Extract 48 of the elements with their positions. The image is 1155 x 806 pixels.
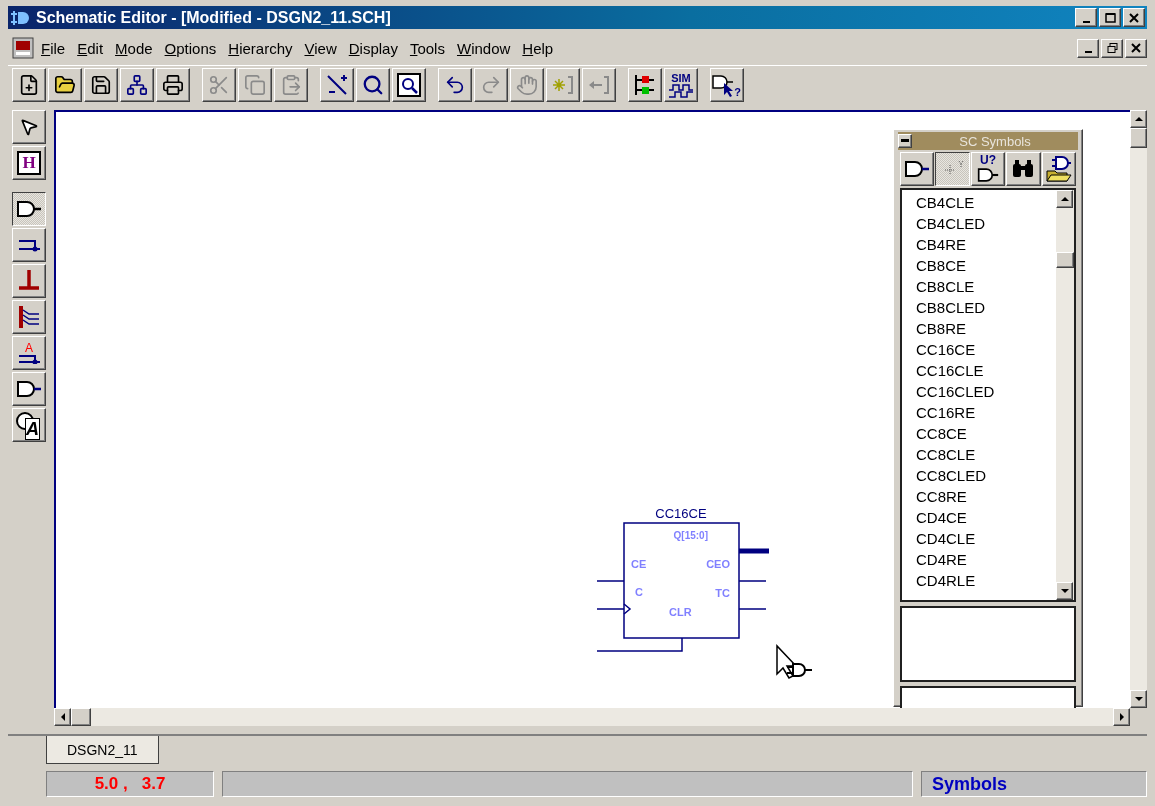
pin-label: Q[15:0]	[673, 530, 708, 541]
tool-button[interactable]: H	[12, 146, 46, 180]
x-coordinate: 5.0 ,	[94, 774, 128, 794]
y-coordinate: 3.7	[141, 774, 166, 794]
palette-button[interactable]: U?	[970, 152, 1006, 186]
schematic-canvas[interactable]: CC16CE Q[15:0] CE CEO C TC CLR SC Symbols U? CB4CLE CB4CLED CB4RE CB8CE CB8CLE CB8CLED CB8RE CC16CE CC16CLE CC16CLED CC16RE CC8CE CC8CLE CC8CLED CC8RE CD4CE CD4CLE CD4RE CD4RLE	[54, 110, 1130, 708]
pin-label: CLR	[669, 606, 692, 618]
symbol-list-item[interactable]: CC16CLED	[916, 381, 1056, 402]
symbol-list-item[interactable]: CC16RE	[916, 402, 1056, 423]
palette-title: SC Symbols	[958, 133, 1032, 149]
menu-item[interactable]: Hierarchy	[223, 37, 298, 59]
pin-label: CEO	[706, 558, 730, 570]
menu-item[interactable]: View	[299, 37, 342, 59]
symbol-list-item[interactable]: CB4RE	[916, 234, 1056, 255]
symbol-list-item[interactable]: CD4CLE	[916, 528, 1056, 549]
symbol-list-item[interactable]: CD4RE	[916, 549, 1056, 570]
toolbar-button[interactable]: SIM	[664, 68, 698, 102]
pin-label: TC	[715, 587, 730, 599]
mode-text: Symbols	[931, 773, 1008, 795]
pin-label: CE	[631, 558, 647, 570]
symbol-list-item[interactable]: CB8RE	[916, 318, 1056, 339]
symbol-list-item[interactable]: CC8CLE	[916, 444, 1056, 465]
symbol-list-item[interactable]: CC8CE	[916, 423, 1056, 444]
symbol-list-item[interactable]: CD4CE	[916, 507, 1056, 528]
menu-item[interactable]: Edit	[72, 37, 109, 59]
symbol-list-item[interactable]: CB8CE	[916, 255, 1056, 276]
toolbar-button[interactable]: ?	[710, 68, 744, 102]
symbol-name: CC16CE	[655, 506, 707, 521]
sheet-tab[interactable]: DSGN2_11	[46, 736, 159, 764]
menu-item[interactable]: Help	[517, 37, 559, 59]
menu-item[interactable]: Tools	[404, 37, 450, 59]
menu-item[interactable]: File	[36, 37, 71, 59]
symbol-list-item[interactable]: CC16CE	[916, 339, 1056, 360]
tool-button[interactable]: A	[12, 408, 46, 442]
symbol-list-item[interactable]: CB4CLE	[916, 192, 1056, 213]
symbol-list-item[interactable]: CD4RLE	[916, 570, 1056, 591]
symbol-list-item[interactable]: CC8RE	[916, 486, 1056, 507]
symbol-list-item[interactable]: CB4CLED	[916, 213, 1056, 234]
symbol-list-item[interactable]: CB8CLE	[916, 276, 1056, 297]
menu-item[interactable]: Options	[159, 37, 222, 59]
menu-item[interactable]: Window	[451, 37, 516, 59]
symbol-list-item[interactable]: CB8CLED	[916, 297, 1056, 318]
symbol-list-item[interactable]: CC16CLE	[916, 360, 1056, 381]
symbol-list-item[interactable]: CC8CLED	[916, 465, 1056, 486]
window-title: Schematic Editor - [Modified - DSGN2_11.SCH]	[36, 8, 391, 27]
menu-item[interactable]: Mode	[110, 37, 158, 59]
menu-item[interactable]: Display	[343, 37, 403, 59]
pin-label: C	[635, 586, 643, 598]
